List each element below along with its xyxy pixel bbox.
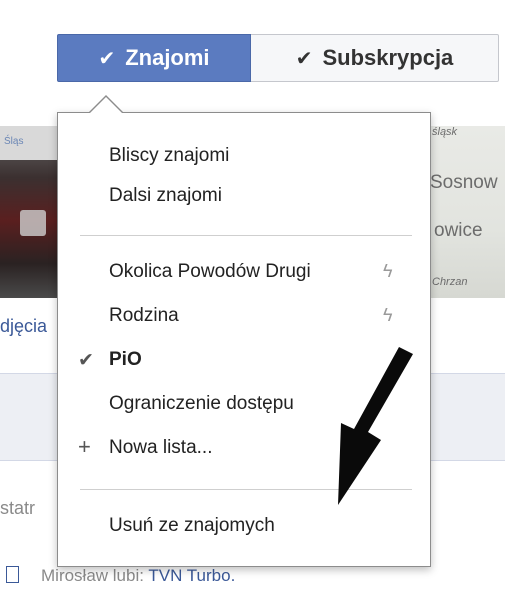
menu-divider xyxy=(80,489,412,490)
map-label-chrzanow: Chrzan xyxy=(432,276,468,288)
subscribe-button[interactable]: ✔ Subskrypcja xyxy=(251,34,499,82)
menu-item-label: Dalsi znajomi xyxy=(109,185,222,206)
map-label-sosnowiec: Sosnow xyxy=(430,172,498,193)
menu-item-label: Okolica Powodów Drugi xyxy=(109,261,311,282)
menu-item-list-family[interactable]: Rodzina ϟ xyxy=(58,297,430,337)
map-label-top: śląsk xyxy=(432,126,458,138)
menu-item-label: Usuń ze znajomych xyxy=(109,515,275,536)
lightning-icon: ϟ xyxy=(383,305,393,325)
feed-story: Mirosław lubi: TVN Turbo. xyxy=(0,566,235,586)
menu-item-label: Ograniczenie dostępu xyxy=(109,393,294,414)
check-icon: ✔ xyxy=(98,47,116,70)
friends-dropdown-menu: Bliscy znajomi Dalsi znajomi Okolica Pow… xyxy=(57,112,431,567)
menu-divider xyxy=(80,235,412,236)
check-icon: ✔ xyxy=(295,47,313,70)
feed-story-text: Mirosław lubi: xyxy=(41,566,149,585)
menu-item-close-friends[interactable]: Bliscy znajomi xyxy=(58,137,430,177)
menu-item-label: Bliscy znajomi xyxy=(109,145,230,166)
menu-item-label: PiO xyxy=(109,349,142,370)
background-text-fragment: statr xyxy=(0,498,36,518)
menu-caret-fill xyxy=(90,97,122,113)
map-thumbnail[interactable]: śląsk Sosnow owice Chrzan xyxy=(430,126,505,298)
check-icon: ✔ xyxy=(78,350,94,371)
menu-item-label: Nowa lista... xyxy=(109,437,213,458)
plus-icon: + xyxy=(78,434,91,459)
like-page-icon xyxy=(6,566,19,583)
feed-story-link[interactable]: TVN Turbo. xyxy=(148,566,235,585)
menu-item-acquaintances[interactable]: Dalsi znajomi xyxy=(58,177,430,217)
friends-button[interactable]: ✔ Znajomi xyxy=(57,34,251,82)
map-label-owice: owice xyxy=(434,220,483,241)
photo-detail xyxy=(20,210,46,236)
menu-item-new-list[interactable]: + Nowa lista... xyxy=(58,429,430,469)
menu-item-list-pio[interactable]: ✔ PiO xyxy=(58,341,430,381)
menu-item-unfriend[interactable]: Usuń ze znajomych xyxy=(58,507,430,547)
menu-item-list-okolica[interactable]: Okolica Powodów Drugi ϟ xyxy=(58,253,430,293)
photos-link[interactable]: djęcia xyxy=(0,316,47,337)
friends-button-label: Znajomi xyxy=(125,45,210,70)
menu-item-restricted[interactable]: Ograniczenie dostępu xyxy=(58,385,430,425)
lightning-icon: ϟ xyxy=(383,261,393,281)
photo-tag-label: Śląs xyxy=(4,136,24,147)
friendship-buttons: ✔ Znajomi ✔ Subskrypcja xyxy=(57,34,499,84)
menu-item-label: Rodzina xyxy=(109,305,179,326)
subscribe-button-label: Subskrypcja xyxy=(322,45,454,70)
